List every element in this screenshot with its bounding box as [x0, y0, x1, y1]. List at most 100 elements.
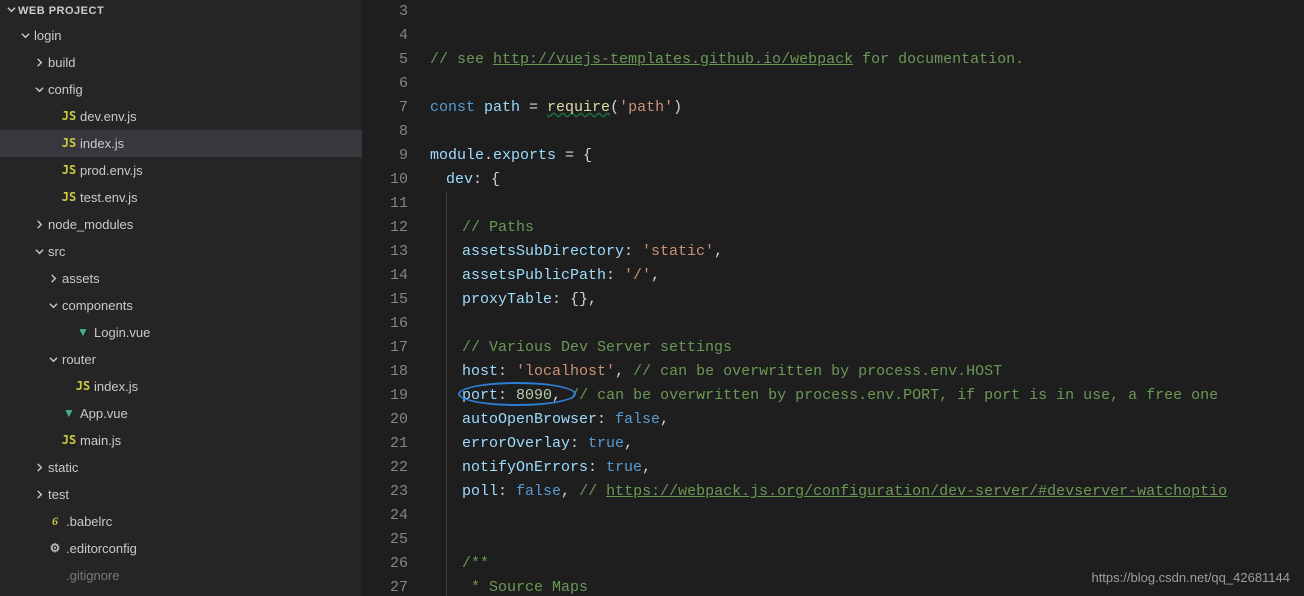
file-Login.vue[interactable]: ▼Login.vue: [0, 319, 362, 346]
explorer-header[interactable]: WEB PROJECT: [0, 0, 362, 22]
code-line[interactable]: module.exports = {: [430, 144, 1304, 168]
indent-guide: [430, 504, 446, 528]
indent-guide: [430, 288, 446, 312]
folder-label: src: [46, 238, 65, 265]
indent-guide: [446, 312, 462, 336]
code-editor[interactable]: 3456789101112131415161718192021222324252…: [362, 0, 1304, 596]
token-punct: :: [588, 459, 606, 476]
line-number: 15: [362, 288, 408, 312]
code-line[interactable]: [430, 528, 1304, 552]
code-line[interactable]: assetsPublicPath: '/',: [430, 264, 1304, 288]
code-line[interactable]: assetsSubDirectory: 'static',: [430, 240, 1304, 264]
code-line[interactable]: poll: false, // https://webpack.js.org/c…: [430, 480, 1304, 504]
code-line[interactable]: [430, 72, 1304, 96]
indent-guide: [430, 432, 446, 456]
code-line[interactable]: host: 'localhost', // can be overwritten…: [430, 360, 1304, 384]
file-App.vue[interactable]: ▼App.vue: [0, 400, 362, 427]
folder-login[interactable]: login: [0, 22, 362, 49]
token-str: '/': [624, 267, 651, 284]
code-line[interactable]: * Source Maps: [430, 576, 1304, 596]
code-line[interactable]: [430, 504, 1304, 528]
token-var: module: [430, 147, 484, 164]
file-index.js[interactable]: JSindex.js: [0, 373, 362, 400]
indent-guide: [446, 480, 462, 504]
line-number: 7: [362, 96, 408, 120]
token-comment: // see: [430, 51, 493, 68]
file-label: main.js: [78, 427, 121, 454]
folder-node_modules[interactable]: node_modules: [0, 211, 362, 238]
code-line[interactable]: // see http://vuejs-templates.github.io/…: [430, 48, 1304, 72]
token-comment: /**: [462, 555, 489, 572]
file-index.js[interactable]: JSindex.js: [0, 130, 362, 157]
token-punct: .: [484, 147, 493, 164]
code-line[interactable]: /**: [430, 552, 1304, 576]
token-punct: ,: [642, 459, 651, 476]
indent-guide: [430, 528, 446, 552]
app-root: WEB PROJECT loginbuildconfigJSdev.env.js…: [0, 0, 1304, 596]
code-line[interactable]: proxyTable: {},: [430, 288, 1304, 312]
code-line[interactable]: port: 8090, // can be overwritten by pro…: [430, 384, 1304, 408]
indent-guide: [446, 528, 462, 552]
file-label: index.js: [92, 373, 138, 400]
token-bool: false: [516, 483, 561, 500]
line-number: 20: [362, 408, 408, 432]
file-.editorconfig[interactable]: ⚙.editorconfig: [0, 535, 362, 562]
code-line[interactable]: const path = require('path'): [430, 96, 1304, 120]
file-dev.env.js[interactable]: JSdev.env.js: [0, 103, 362, 130]
line-number: 3: [362, 0, 408, 24]
line-number: 8: [362, 120, 408, 144]
indent-guide: [430, 240, 446, 264]
folder-src[interactable]: src: [0, 238, 362, 265]
file-label: index.js: [78, 130, 124, 157]
token-punct: : {},: [552, 291, 597, 308]
file-test.env.js[interactable]: JStest.env.js: [0, 184, 362, 211]
token-key: dev: [446, 171, 473, 188]
token-bool: false: [615, 411, 660, 428]
folder-static[interactable]: static: [0, 454, 362, 481]
line-number: 16: [362, 312, 408, 336]
indent-guide: [446, 576, 462, 596]
indent-guide: [446, 384, 462, 408]
folder-config[interactable]: config: [0, 76, 362, 103]
code-area[interactable]: // see http://vuejs-templates.github.io/…: [430, 0, 1304, 596]
token-comment: for documentation.: [853, 51, 1024, 68]
file-main.js[interactable]: JSmain.js: [0, 427, 362, 454]
file-prod.env.js[interactable]: JSprod.env.js: [0, 157, 362, 184]
code-line[interactable]: [430, 120, 1304, 144]
code-line[interactable]: dev: {: [430, 168, 1304, 192]
indent-guide: [446, 336, 462, 360]
code-line[interactable]: // Paths: [430, 216, 1304, 240]
code-line[interactable]: errorOverlay: true,: [430, 432, 1304, 456]
chevron-down-icon: [4, 5, 18, 17]
line-number: 19: [362, 384, 408, 408]
token-punct: :: [498, 363, 516, 380]
token-punct: : {: [473, 171, 500, 188]
token-punct: :: [570, 435, 588, 452]
code-line[interactable]: notifyOnErrors: true,: [430, 456, 1304, 480]
code-line[interactable]: [430, 192, 1304, 216]
vue-file-icon: ▼: [60, 400, 78, 427]
indent-guide: [446, 264, 462, 288]
folder-test[interactable]: test: [0, 481, 362, 508]
token-key: assetsPublicPath: [462, 267, 606, 284]
token-bool: true: [588, 435, 624, 452]
indent-guide: [430, 552, 446, 576]
folder-components[interactable]: components: [0, 292, 362, 319]
indent-guide: [430, 408, 446, 432]
folder-assets[interactable]: assets: [0, 265, 362, 292]
file-.gitignore[interactable]: .gitignore: [0, 562, 362, 589]
indent-guide: [430, 360, 446, 384]
token-link2: https://webpack.js.org/configuration/dev…: [606, 483, 1227, 500]
code-line[interactable]: [430, 312, 1304, 336]
token-punct: :: [597, 411, 615, 428]
file-.babelrc[interactable]: 6.babelrc: [0, 508, 362, 535]
token-key: errorOverlay: [462, 435, 570, 452]
folder-build[interactable]: build: [0, 49, 362, 76]
folder-router[interactable]: router: [0, 346, 362, 373]
line-number: 18: [362, 360, 408, 384]
code-line[interactable]: // Various Dev Server settings: [430, 336, 1304, 360]
js-file-icon: JS: [74, 373, 92, 400]
line-number: 5: [362, 48, 408, 72]
file-label: test.env.js: [78, 184, 138, 211]
code-line[interactable]: autoOpenBrowser: false,: [430, 408, 1304, 432]
